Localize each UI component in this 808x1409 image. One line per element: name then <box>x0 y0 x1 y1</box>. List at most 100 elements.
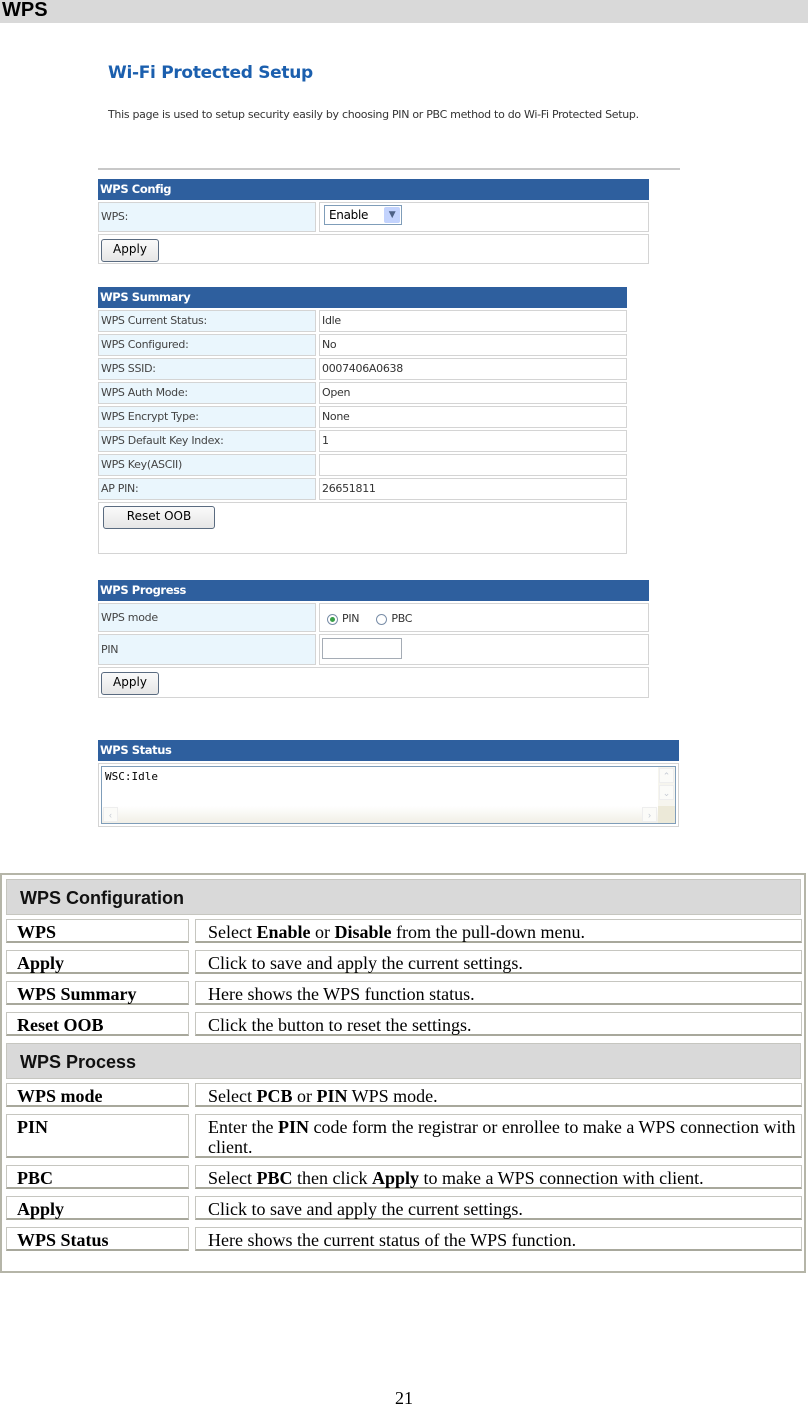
wps-mode-row: WPS mode PIN PBC <box>98 603 649 632</box>
wps-progress-footer: Apply <box>98 667 649 698</box>
summary-value: Open <box>319 382 627 404</box>
reference-row: WPS Select Enable or Disable from the pul… <box>6 919 802 943</box>
horizontal-scrollbar[interactable]: ‹ › <box>102 806 658 823</box>
emphasis-text: PCB <box>256 1086 293 1106</box>
reference-description: Enter the PIN code form the registrar or… <box>195 1114 802 1158</box>
reference-row: PBC Select PBC then click Apply to make a… <box>6 1165 802 1189</box>
description-text: Click to save and apply the current sett… <box>208 1199 523 1219</box>
description-text: then click <box>292 1168 372 1188</box>
reference-description: Select PBC then click Apply to make a WP… <box>195 1165 802 1189</box>
vertical-scrollbar[interactable]: ⌃ ⌄ <box>658 767 675 806</box>
emphasis-text: PIN <box>277 1117 309 1137</box>
reference-section-header: WPS Process <box>6 1043 801 1079</box>
wps-progress-apply-button[interactable]: Apply <box>101 672 159 695</box>
wps-config-header: WPS Config <box>98 179 649 200</box>
wps-mode-options: PIN PBC <box>319 603 649 632</box>
wps-summary-panel: WPS Summary WPS Current Status: Idle WPS C… <box>98 287 627 554</box>
description-text: Here shows the WPS function status. <box>208 984 475 1004</box>
reference-description: Click to save and apply the current sett… <box>195 1196 802 1220</box>
pin-value-cell <box>319 634 649 665</box>
reference-row: PIN Enter the PIN code form the registrar… <box>6 1114 802 1158</box>
pin-label: PIN <box>98 634 316 665</box>
summary-label: WPS Auth Mode: <box>98 382 316 404</box>
wps-status-header: WPS Status <box>98 740 679 761</box>
wps-row: WPS: Enable ▼ <box>98 202 649 232</box>
reference-row: Apply Click to save and apply the current… <box>6 950 802 974</box>
summary-label: WPS Configured: <box>98 334 316 356</box>
router-ui-screenshot: Wi-Fi Protected Setup This page is used … <box>96 52 686 832</box>
wps-status-textarea[interactable]: WSC:Idle ⌃ ⌄ ‹ › <box>101 766 676 824</box>
wps-summary-header: WPS Summary <box>98 287 627 308</box>
scroll-down-icon[interactable]: ⌄ <box>659 785 674 800</box>
summary-row: WPS Key(ASCII) <box>98 454 627 476</box>
reference-term: WPS Status <box>6 1227 189 1251</box>
summary-row: WPS Configured: No <box>98 334 627 356</box>
description-text: Click to save and apply the current sett… <box>208 953 523 973</box>
summary-value: 1 <box>319 430 627 452</box>
reference-description: Select Enable or Disable from the pull-d… <box>195 919 802 943</box>
router-page-description: This page is used to setup security easi… <box>108 108 639 121</box>
summary-row: WPS Current Status: Idle <box>98 310 627 332</box>
reference-term: Apply <box>6 1196 189 1220</box>
wps-progress-header: WPS Progress <box>98 580 649 601</box>
reset-oob-button[interactable]: Reset OOB <box>103 506 215 529</box>
scroll-left-icon[interactable]: ‹ <box>103 807 118 822</box>
summary-row: AP PIN: 26651811 <box>98 478 627 500</box>
scroll-right-icon[interactable]: › <box>642 807 657 822</box>
divider <box>98 168 680 170</box>
description-text: or <box>310 922 335 942</box>
summary-row: WPS Encrypt Type: None <box>98 406 627 428</box>
reference-section-title: WPS Process <box>20 1052 137 1072</box>
emphasis-text: Enable <box>256 922 311 942</box>
reference-row: WPS mode Select PCB or PIN WPS mode. <box>6 1083 802 1107</box>
summary-value: No <box>319 334 627 356</box>
radio-pin[interactable]: PIN <box>327 612 360 625</box>
wps-status-panel: WPS Status WSC:Idle ⌃ ⌄ ‹ › <box>98 740 679 827</box>
summary-label: WPS SSID: <box>98 358 316 380</box>
radio-pbc-indicator[interactable] <box>376 613 388 625</box>
wps-value-cell: Enable ▼ <box>319 202 649 232</box>
emphasis-text: PBC <box>256 1168 293 1188</box>
radio-pbc-label: PBC <box>391 612 413 625</box>
section-header-bar: WPS <box>0 0 808 23</box>
emphasis-text: Apply <box>371 1168 419 1188</box>
reference-term: WPS <box>6 919 189 943</box>
summary-value: 0007406A0638 <box>319 358 627 380</box>
description-text: from the pull-down menu. <box>391 922 585 942</box>
summary-value <box>319 454 627 476</box>
summary-row: WPS SSID: 0007406A0638 <box>98 358 627 380</box>
chevron-down-icon[interactable]: ▼ <box>384 207 400 223</box>
reference-description: Click the button to reset the settings. <box>195 1012 802 1036</box>
radio-pin-indicator[interactable] <box>327 613 338 625</box>
reference-row: WPS Summary Here shows the WPS function s… <box>6 981 802 1005</box>
description-text: WPS mode. <box>347 1086 438 1106</box>
reference-term: Reset OOB <box>6 1012 189 1036</box>
section-title: WPS <box>2 0 48 21</box>
wps-label: WPS: <box>98 202 316 232</box>
reference-table: WPS Configuration WPS Select Enable or Dis… <box>0 873 806 1273</box>
reference-row: Apply Click to save and apply the current… <box>6 1196 802 1220</box>
router-page-title: Wi-Fi Protected Setup <box>108 63 313 83</box>
summary-label: WPS Key(ASCII) <box>98 454 316 476</box>
pin-input[interactable] <box>322 638 402 659</box>
reference-term: Apply <box>6 950 189 974</box>
description-text: Select <box>208 922 257 942</box>
reference-row: WPS Status Here shows the current status … <box>6 1227 802 1251</box>
reference-section-title: WPS Configuration <box>20 888 184 908</box>
pin-row: PIN <box>98 634 649 665</box>
reference-description: Here shows the WPS function status. <box>195 981 802 1005</box>
description-text: or <box>292 1086 317 1106</box>
description-text: to make a WPS connection with client. <box>419 1168 704 1188</box>
wps-progress-panel: WPS Progress WPS mode PIN PBC PIN Apply <box>98 580 649 698</box>
radio-pbc[interactable]: PBC <box>376 612 413 625</box>
wps-select[interactable]: Enable ▼ <box>324 205 402 225</box>
reference-term: WPS Summary <box>6 981 189 1005</box>
description-text: Here shows the current status of the WPS… <box>208 1230 577 1250</box>
summary-label: WPS Encrypt Type: <box>98 406 316 428</box>
wps-config-apply-button[interactable]: Apply <box>101 239 159 262</box>
page-number: 21 <box>395 1388 413 1408</box>
reference-description: Click to save and apply the current sett… <box>195 950 802 974</box>
wps-summary-rows: WPS Current Status: Idle WPS Configured: No… <box>98 310 627 500</box>
scroll-up-icon[interactable]: ⌃ <box>659 768 674 783</box>
reference-term: WPS mode <box>6 1083 189 1107</box>
